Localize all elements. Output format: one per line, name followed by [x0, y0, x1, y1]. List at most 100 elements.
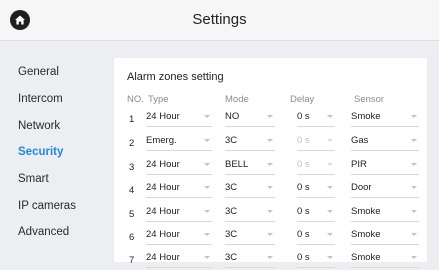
type-value: 24 Hour	[146, 229, 180, 240]
mode-select[interactable]: 3C	[225, 131, 275, 151]
mode-value: 3C	[225, 252, 238, 263]
type-value: 24 Hour	[146, 182, 180, 193]
chevron-down-icon	[204, 233, 210, 236]
mode-select[interactable]: NO	[225, 107, 275, 127]
delay-select: 0 s	[297, 155, 335, 175]
zone-number: 1	[129, 114, 135, 125]
zone-number: 4	[129, 185, 135, 196]
chevron-down-icon	[267, 210, 273, 213]
sensor-value: Smoke	[351, 229, 381, 240]
chevron-down-icon	[327, 233, 333, 236]
chevron-down-icon	[327, 163, 333, 166]
delay-value: 0 s	[297, 135, 310, 146]
type-value: 24 Hour	[146, 111, 180, 122]
delay-select[interactable]: 0 s	[297, 202, 335, 222]
chevron-down-icon	[327, 210, 333, 213]
sensor-select[interactable]: Smoke	[351, 107, 419, 127]
sensor-select[interactable]: Smoke	[351, 225, 419, 245]
type-value: 24 Hour	[146, 252, 180, 263]
table-row: 7 24 Hour 3C 0 s Smoke	[114, 248, 427, 270]
mode-value: NO	[225, 111, 240, 122]
sensor-select[interactable]: Smoke	[351, 248, 419, 268]
chevron-down-icon	[411, 233, 417, 236]
delay-value: 0 s	[297, 206, 310, 217]
chevron-down-icon	[411, 210, 417, 213]
mode-select[interactable]: 3C	[225, 225, 275, 245]
sidebar: General Intercom Network Security Smart …	[0, 41, 108, 262]
table-row: 3 24 Hour BELL 0 s PIR	[114, 155, 427, 177]
chevron-down-icon	[204, 186, 210, 189]
sensor-value: PIR	[351, 159, 367, 170]
chevron-down-icon	[267, 186, 273, 189]
sidebar-item-security[interactable]: Security	[18, 146, 63, 158]
mode-value: 3C	[225, 135, 238, 146]
sidebar-item-advanced[interactable]: Advanced	[18, 226, 69, 238]
delay-select: 0 s	[297, 131, 335, 151]
chevron-down-icon	[411, 186, 417, 189]
column-header-sensor: Sensor	[354, 94, 385, 105]
sensor-value: Smoke	[351, 252, 381, 263]
table-row: 5 24 Hour 3C 0 s Smoke	[114, 202, 427, 224]
sidebar-item-ip-cameras[interactable]: IP cameras	[18, 200, 76, 212]
chevron-down-icon	[411, 163, 417, 166]
chevron-down-icon	[327, 115, 333, 118]
sensor-select[interactable]: Door	[351, 178, 419, 198]
sensor-select[interactable]: PIR	[351, 155, 419, 175]
type-select[interactable]: 24 Hour	[146, 225, 212, 245]
delay-select[interactable]: 0 s	[297, 225, 335, 245]
alarm-zones-panel: Alarm zones setting NO. Type Mode Delay …	[114, 58, 427, 268]
chevron-down-icon	[204, 256, 210, 259]
sensor-value: Smoke	[351, 206, 381, 217]
page-title: Settings	[192, 11, 247, 28]
type-select[interactable]: 24 Hour	[146, 248, 212, 268]
delay-value: 0 s	[297, 229, 310, 240]
sensor-value: Door	[351, 182, 372, 193]
type-value: Emerg.	[146, 135, 177, 146]
mode-select[interactable]: BELL	[225, 155, 275, 175]
mode-value: 3C	[225, 206, 238, 217]
chevron-down-icon	[267, 139, 273, 142]
table-row: 1 24 Hour NO 0 s Smoke	[114, 107, 427, 129]
type-select[interactable]: 24 Hour	[146, 155, 212, 175]
delay-value: 0 s	[297, 111, 310, 122]
mode-select[interactable]: 3C	[225, 202, 275, 222]
sensor-select[interactable]: Gas	[351, 131, 419, 151]
chevron-down-icon	[327, 186, 333, 189]
chevron-down-icon	[327, 139, 333, 142]
chevron-down-icon	[411, 115, 417, 118]
delay-select[interactable]: 0 s	[297, 248, 335, 268]
chevron-down-icon	[411, 139, 417, 142]
delay-value: 0 s	[297, 252, 310, 263]
chevron-down-icon	[411, 256, 417, 259]
panel-title: Alarm zones setting	[127, 71, 224, 83]
sensor-select[interactable]: Smoke	[351, 202, 419, 222]
sidebar-item-intercom[interactable]: Intercom	[18, 93, 63, 105]
column-header-delay: Delay	[290, 94, 315, 105]
chevron-down-icon	[204, 163, 210, 166]
sidebar-item-general[interactable]: General	[18, 66, 59, 78]
sidebar-item-network[interactable]: Network	[18, 120, 60, 132]
sidebar-item-smart[interactable]: Smart	[18, 173, 49, 185]
mode-value: BELL	[225, 159, 249, 170]
table-row: 2 Emerg. 3C 0 s Gas	[114, 131, 427, 153]
mode-select[interactable]: 3C	[225, 178, 275, 198]
zone-number: 2	[129, 138, 135, 149]
delay-value: 0 s	[297, 182, 310, 193]
column-header-no: NO.	[127, 94, 144, 105]
zone-number: 3	[129, 162, 135, 173]
table-row: 6 24 Hour 3C 0 s Smoke	[114, 225, 427, 247]
type-select[interactable]: 24 Hour	[146, 107, 212, 127]
chevron-down-icon	[267, 233, 273, 236]
type-select[interactable]: Emerg.	[146, 131, 212, 151]
type-select[interactable]: 24 Hour	[146, 178, 212, 198]
type-value: 24 Hour	[146, 206, 180, 217]
delay-select[interactable]: 0 s	[297, 107, 335, 127]
delay-select[interactable]: 0 s	[297, 178, 335, 198]
column-header-type: Type	[148, 94, 169, 105]
mode-value: 3C	[225, 182, 238, 193]
mode-select[interactable]: 3C	[225, 248, 275, 268]
type-select[interactable]: 24 Hour	[146, 202, 212, 222]
header-bar: Settings	[0, 0, 439, 41]
mode-value: 3C	[225, 229, 238, 240]
column-header-mode: Mode	[225, 94, 249, 105]
